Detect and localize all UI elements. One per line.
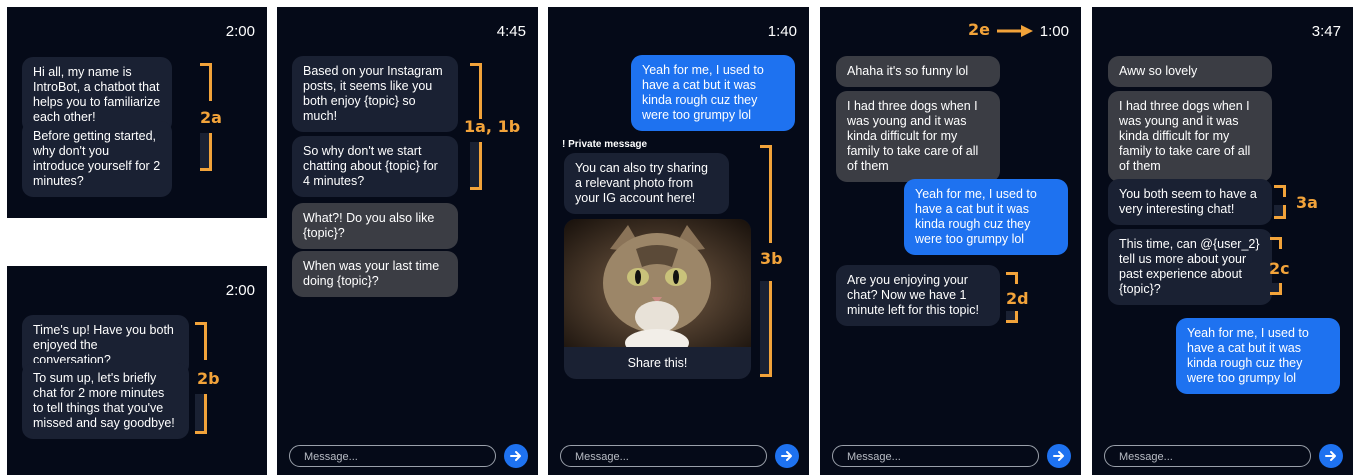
user-message: Aww so lovely [1108, 56, 1272, 87]
bot-message: This time, can @{user_2} tell us more ab… [1108, 229, 1272, 305]
timer: 1:40 [767, 23, 797, 40]
timer: 1:00 [1039, 23, 1069, 40]
share-button[interactable]: Share this! [564, 347, 751, 379]
bot-message: Before getting started, why don't you in… [22, 121, 172, 197]
annotation-bracket [470, 142, 482, 190]
annotation-bracket [195, 394, 207, 434]
bot-message: Are you enjoying your chat? Now we have … [836, 265, 1000, 326]
user-message: What?! Do you also like {topic}? [292, 203, 458, 249]
user-message: When was your last time doing {topic}? [292, 251, 458, 297]
chat-screen-intro: 2:00 Hi all, my name is IntroBot, a chat… [7, 7, 267, 218]
annotation-bracket [470, 63, 482, 119]
timer: 2:00 [225, 23, 255, 40]
send-button[interactable] [1047, 444, 1071, 468]
annotation-bracket [1274, 205, 1286, 219]
annotation-bracket [1270, 237, 1282, 249]
annotation-bracket [1274, 185, 1286, 197]
bot-message: You can also try sharing a relevant phot… [564, 153, 729, 214]
annotation-label: 3a [1296, 193, 1318, 212]
user-message: I had three dogs when I was young and it… [836, 91, 1000, 182]
cat-photo [564, 219, 751, 347]
send-button[interactable] [504, 444, 528, 468]
arrow-right-icon [781, 451, 792, 461]
bot-message: To sum up, let's briefly chat for 2 more… [22, 363, 189, 439]
chat-screen-wrapup: 2:00 Time's up! Have you both enjoyed th… [7, 266, 267, 475]
send-button[interactable] [1319, 444, 1343, 468]
annotation-bracket [760, 281, 772, 377]
annotation-bracket [200, 133, 212, 171]
arrow-right-icon [997, 25, 1033, 37]
chat-screen-photo: 1:40 Yeah for me, I used to have a cat b… [548, 7, 809, 475]
annotation-label: 1a, 1b [464, 117, 521, 136]
send-button[interactable] [775, 444, 799, 468]
timer: 4:45 [496, 23, 526, 40]
chat-screen-turn: 3:47 Aww so lovely I had three dogs when… [1092, 7, 1353, 475]
annotation-bracket [1006, 272, 1018, 284]
chat-screen-time-left: 2e 1:00 Ahaha it's so funny lol I had th… [820, 7, 1081, 475]
arrow-right-icon [510, 451, 521, 461]
own-message: Yeah for me, I used to have a cat but it… [631, 55, 795, 131]
private-message-label: ! Private message [562, 139, 648, 150]
annotation-label: 3b [760, 249, 783, 268]
message-input[interactable]: Message... [289, 445, 496, 467]
timer: 2:00 [225, 282, 255, 299]
bot-message: So why don't we start chatting about {to… [292, 136, 458, 197]
bot-message: Based on your Instagram posts, it seems … [292, 56, 458, 132]
photo-share-card[interactable]: Share this! [564, 219, 751, 379]
own-message: Yeah for me, I used to have a cat but it… [1176, 318, 1340, 394]
message-input[interactable]: Message... [1104, 445, 1311, 467]
annotation-label: 2b [197, 369, 220, 388]
arrow-right-icon [1325, 451, 1336, 461]
arrow-right-icon [1053, 451, 1064, 461]
annotation-bracket [195, 322, 207, 360]
timer: 3:47 [1311, 23, 1341, 40]
annotation-bracket [200, 63, 212, 101]
annotation-bracket [1270, 283, 1282, 295]
message-input[interactable]: Message... [832, 445, 1039, 467]
annotation-label: 2d [1006, 289, 1029, 308]
annotation-bracket [760, 145, 772, 243]
annotation-label: 2c [1269, 259, 1290, 278]
own-message: Yeah for me, I used to have a cat but it… [904, 179, 1068, 255]
annotation-label: 2a [200, 108, 222, 127]
user-message: I had three dogs when I was young and it… [1108, 91, 1272, 182]
message-input[interactable]: Message... [560, 445, 767, 467]
chat-screen-topic: 4:45 Based on your Instagram posts, it s… [277, 7, 538, 475]
user-message: Ahaha it's so funny lol [836, 56, 1000, 87]
bot-message: You both seem to have a very interesting… [1108, 179, 1272, 225]
annotation-bracket [1006, 311, 1018, 323]
annotation-label: 2e [968, 20, 990, 39]
